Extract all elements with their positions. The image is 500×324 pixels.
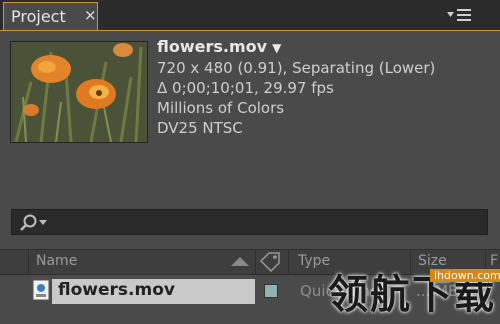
footage-file-icon bbox=[32, 279, 50, 301]
label-tag-icon[interactable] bbox=[259, 252, 283, 276]
column-header-name[interactable]: Name bbox=[36, 253, 77, 269]
footage-duration: Δ 0;00;10;01, 29.97 fps bbox=[157, 79, 334, 97]
footage-info: flowers.mov ▼ 720 x 480 (0.91), Separatin… bbox=[157, 37, 435, 138]
column-divider bbox=[28, 250, 29, 274]
chevron-down-icon[interactable]: ▼ bbox=[272, 41, 281, 55]
column-divider bbox=[255, 250, 256, 274]
footage-dimensions: 720 x 480 (0.91), Separating (Lower) bbox=[157, 59, 436, 77]
file-name-cell[interactable]: flowers.mov bbox=[52, 279, 255, 304]
tab-project-label: Project bbox=[11, 7, 66, 26]
footage-colors: Millions of Colors bbox=[157, 99, 285, 117]
panel-tab-bar: Project × bbox=[0, 0, 500, 31]
footage-filename: flowers.mov ▼ bbox=[157, 37, 435, 58]
search-field[interactable] bbox=[11, 209, 488, 235]
sort-ascending-icon[interactable] bbox=[231, 254, 249, 272]
column-header-type[interactable]: Type bbox=[298, 253, 330, 269]
watermark-site: lhdown.com bbox=[430, 269, 500, 282]
footage-thumbnail bbox=[10, 41, 148, 143]
panel-menu-icon[interactable] bbox=[447, 7, 473, 23]
file-name-text: flowers.mov bbox=[58, 280, 175, 300]
close-icon[interactable]: × bbox=[84, 6, 97, 24]
footage-codec: DV25 NTSC bbox=[157, 119, 243, 137]
search-icon[interactable] bbox=[18, 213, 58, 233]
label-color-swatch[interactable] bbox=[264, 284, 278, 298]
column-divider bbox=[288, 250, 289, 274]
footage-filename-text: flowers.mov bbox=[157, 37, 268, 56]
tab-project[interactable]: Project × bbox=[3, 2, 98, 30]
